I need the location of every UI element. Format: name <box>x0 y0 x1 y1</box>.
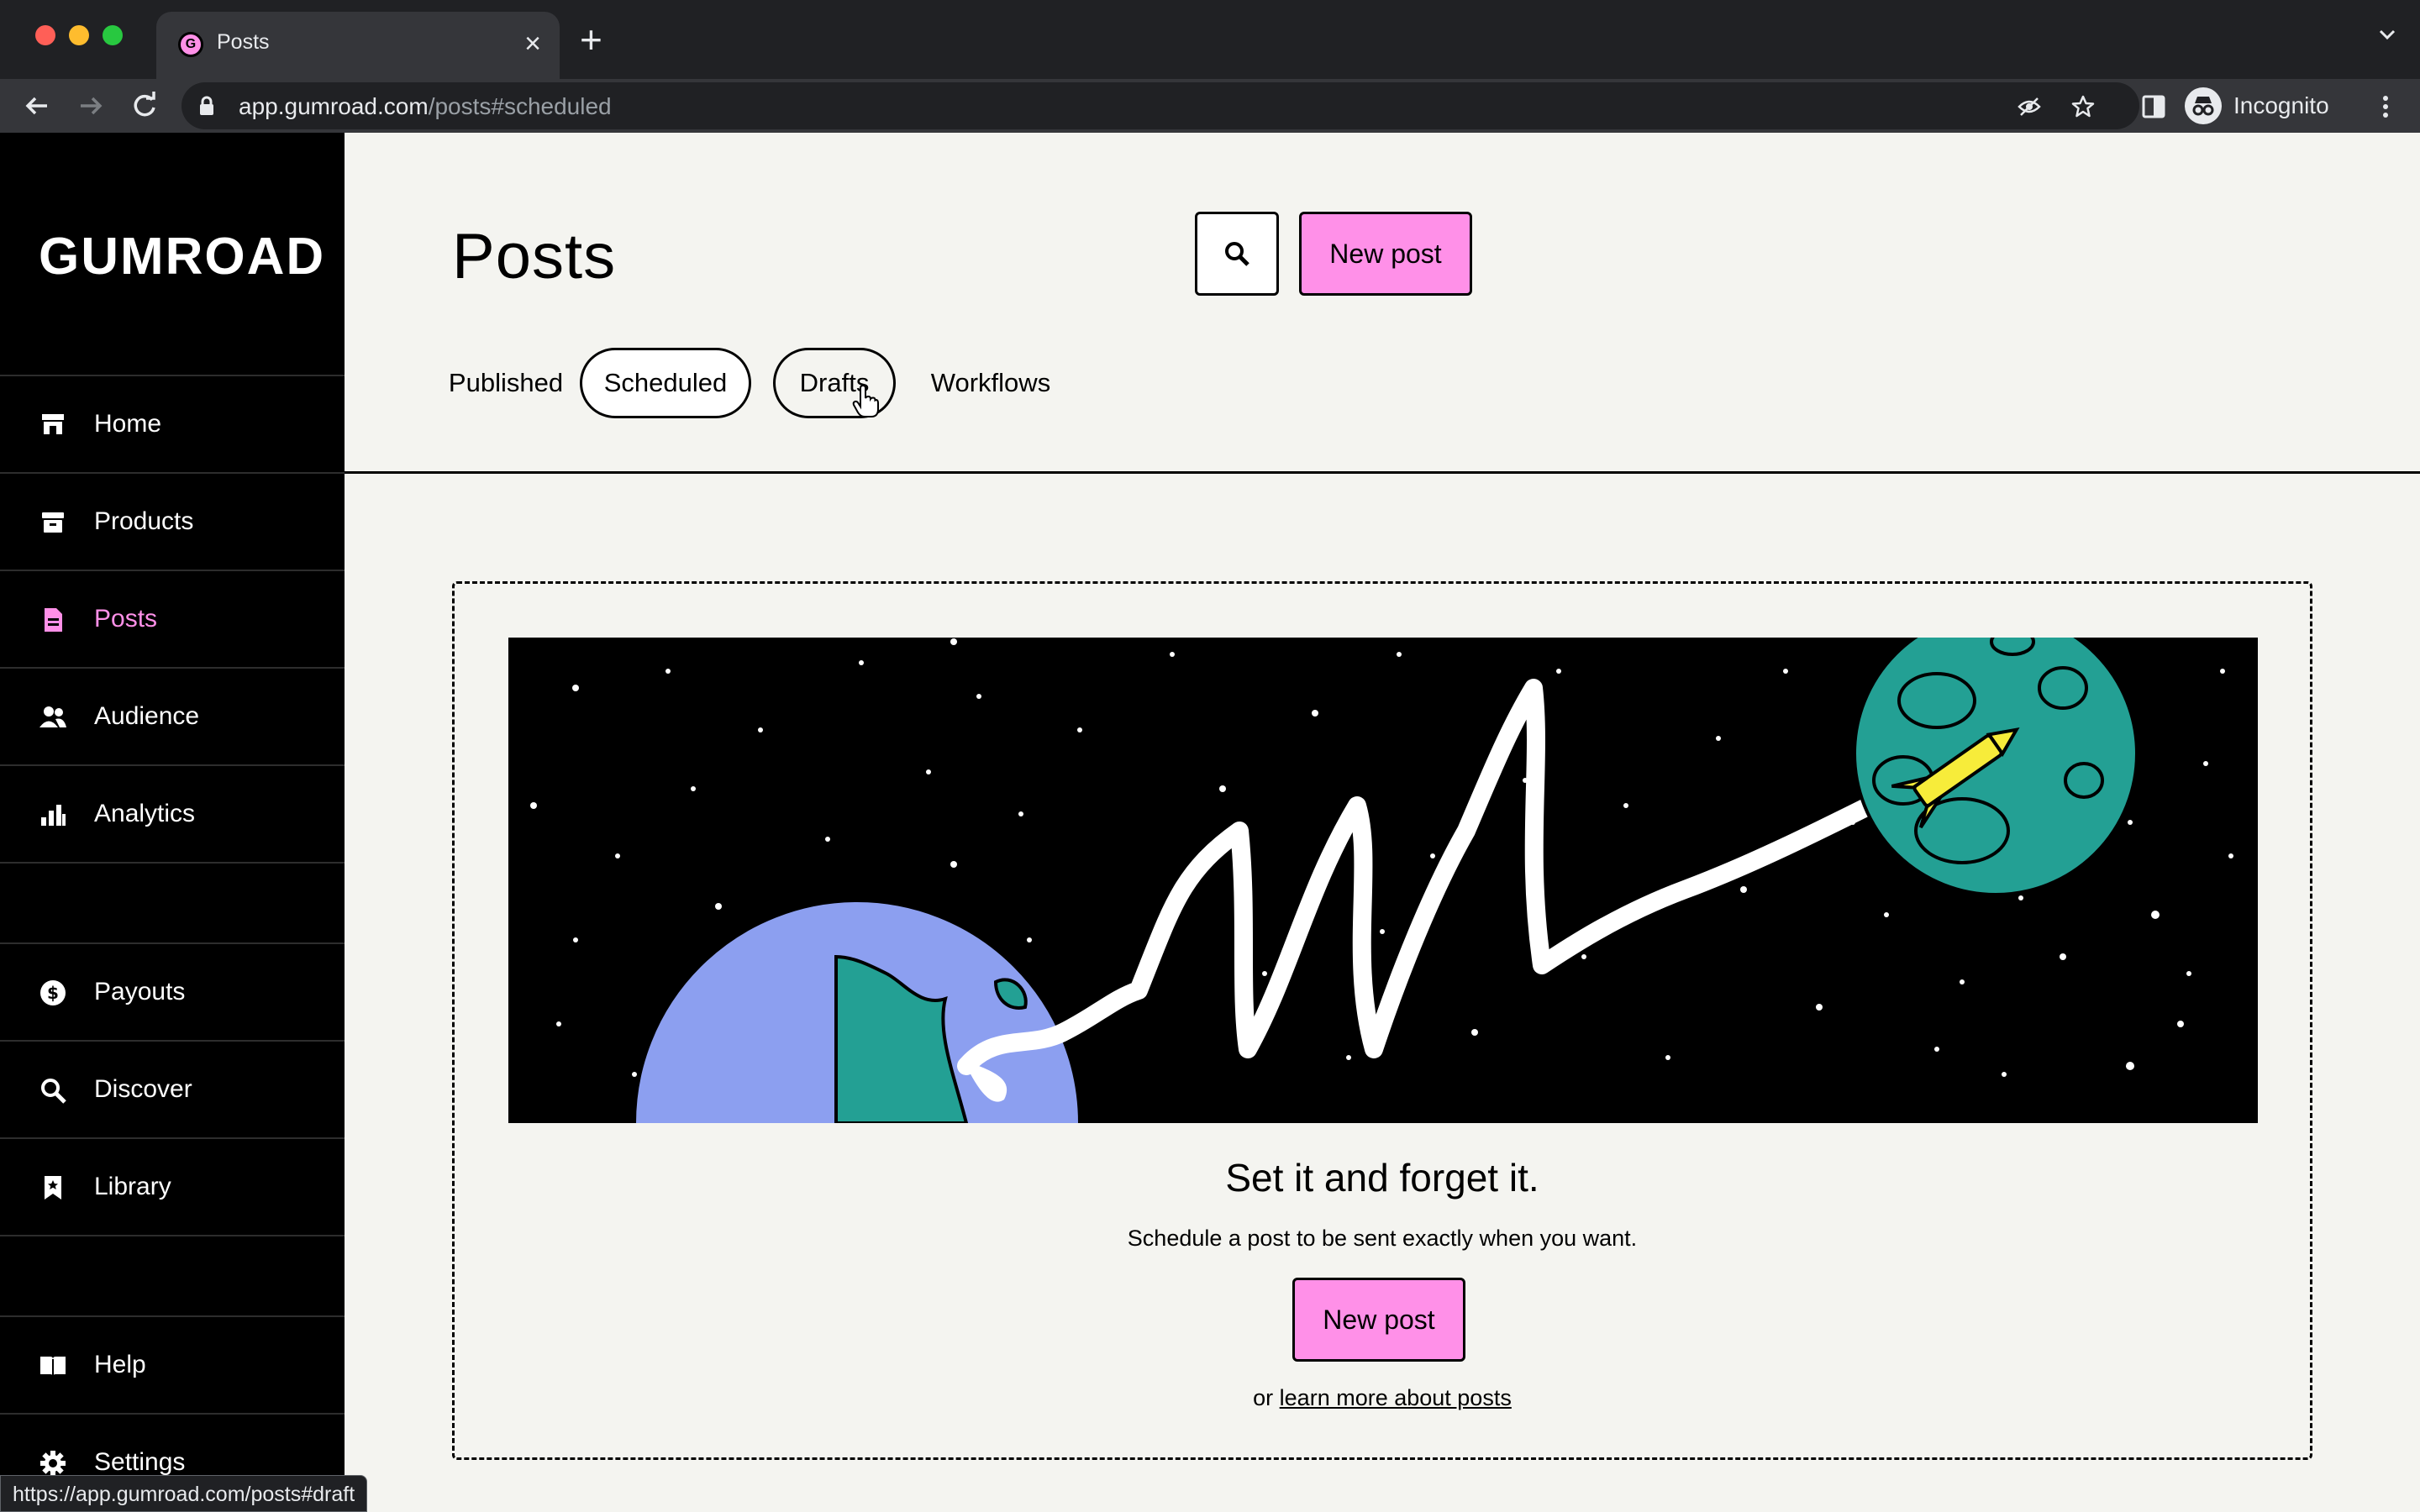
reload-icon[interactable] <box>126 87 163 124</box>
profile-button[interactable]: Incognito <box>2185 86 2329 126</box>
storefront-icon <box>42 414 64 434</box>
page-title: Posts <box>452 221 617 292</box>
url-text: app.gumroad.com/posts#scheduled <box>239 93 612 120</box>
search-icon <box>41 1079 66 1104</box>
incognito-icon <box>2185 87 2222 124</box>
sidebar-spacer <box>0 862 345 944</box>
svg-text:$: $ <box>47 983 59 1003</box>
archive-box-icon <box>42 512 64 533</box>
sidebar: GUMROAD Home Products Posts Audience Ana… <box>0 133 345 1512</box>
sidebar-item-label: Settings <box>94 1448 186 1476</box>
kebab-menu-icon[interactable] <box>2373 94 2398 119</box>
sidebar-item-help[interactable]: Help <box>0 1315 345 1413</box>
sidebar-item-discover[interactable]: Discover <box>0 1040 345 1137</box>
eye-slash-icon[interactable] <box>2017 94 2042 119</box>
new-tab-icon[interactable]: + <box>580 20 602 59</box>
bookmark-icon <box>45 1176 61 1200</box>
sidebar-item-payouts[interactable]: $ Payouts <box>0 942 345 1040</box>
link-preview-status: https://app.gumroad.com/posts#draft <box>0 1475 368 1512</box>
learn-more-link[interactable]: learn more about posts <box>1280 1385 1512 1410</box>
address-bar[interactable]: app.gumroad.com/posts#scheduled <box>182 82 2139 129</box>
tab-published[interactable]: Published <box>449 348 563 418</box>
sidebar-item-audience[interactable]: Audience <box>0 667 345 764</box>
sidebar-item-label: Audience <box>94 702 200 730</box>
sidebar-item-label: Help <box>94 1351 146 1378</box>
sidebar-item-label: Payouts <box>94 978 186 1005</box>
sidebar-item-home[interactable]: Home <box>0 375 345 472</box>
sidebar-item-library[interactable]: Library <box>0 1137 345 1235</box>
new-post-button[interactable]: New post <box>1299 212 1472 296</box>
window-close-button[interactable] <box>35 25 55 45</box>
forward-arrow-icon[interactable] <box>72 87 109 124</box>
tab-workflows[interactable]: Workflows <box>919 348 1062 418</box>
gumroad-favicon-icon: G <box>178 32 203 57</box>
search-button[interactable] <box>1195 212 1279 296</box>
bookmark-star-icon[interactable] <box>2070 94 2096 119</box>
sidebar-item-label: Analytics <box>94 800 196 827</box>
header-divider <box>345 471 2420 474</box>
browser-tab-bar: G Posts × + <box>0 0 2420 79</box>
gumroad-logo[interactable]: GUMROAD <box>39 227 325 286</box>
sidebar-item-label: Discover <box>94 1075 192 1103</box>
bar-chart-icon <box>41 805 66 826</box>
learn-more-prefix: or <box>1253 1385 1274 1410</box>
tab-scheduled[interactable]: Scheduled <box>580 348 751 418</box>
window-zoom-button[interactable] <box>103 25 123 45</box>
url-host: app.gumroad.com <box>239 93 429 119</box>
dollar-circle-icon: $ <box>40 980 66 1005</box>
sidebar-item-label: Library <box>94 1173 171 1200</box>
empty-state-heading: Set it and forget it. <box>1225 1156 1539 1200</box>
book-icon <box>40 1357 66 1377</box>
sidebar-item-label: Home <box>94 410 162 438</box>
side-panel-icon[interactable] <box>2141 94 2166 119</box>
people-icon <box>39 706 66 727</box>
empty-state-new-post-button[interactable]: New post <box>1292 1278 1465 1362</box>
url-path: /posts#scheduled <box>428 93 612 119</box>
tab-close-icon[interactable]: × <box>524 27 541 60</box>
browser-tab[interactable]: G Posts × <box>156 12 560 79</box>
sidebar-item-analytics[interactable]: Analytics <box>0 764 345 862</box>
hand-pointer-icon <box>852 385 879 417</box>
back-arrow-icon[interactable] <box>18 87 55 124</box>
tab-search-chevron-icon[interactable] <box>2378 25 2396 44</box>
empty-state-card: Set it and forget it. Schedule a post to… <box>452 581 2312 1460</box>
space-rocket-illustration <box>508 638 2258 1123</box>
sidebar-item-posts[interactable]: Posts <box>0 570 345 667</box>
gear-icon <box>40 1451 66 1476</box>
document-icon <box>45 608 62 632</box>
sidebar-spacer <box>0 1235 345 1317</box>
sidebar-item-label: Posts <box>94 605 158 633</box>
window-minimize-button[interactable] <box>69 25 89 45</box>
profile-label: Incognito <box>2233 92 2329 118</box>
empty-state-description: Schedule a post to be sent exactly when … <box>1127 1226 1638 1251</box>
browser-tab-title: Posts <box>217 30 270 54</box>
learn-more-line: or learn more about posts <box>455 1385 2310 1411</box>
sidebar-item-products[interactable]: Products <box>0 472 345 570</box>
browser-toolbar: app.gumroad.com/posts#scheduled Incognit… <box>0 79 2420 133</box>
main-content: Posts New post Published Scheduled Draft… <box>345 133 2420 1512</box>
search-icon <box>1225 242 1249 266</box>
sidebar-item-label: Products <box>94 507 194 535</box>
lock-icon <box>200 96 213 115</box>
